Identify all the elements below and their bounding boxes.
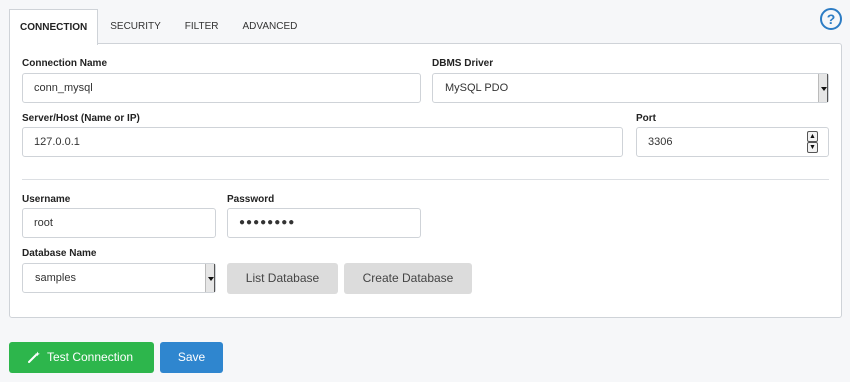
database-name-value: samples bbox=[35, 272, 76, 284]
password-input[interactable]: ●●●●●●●● bbox=[227, 208, 421, 238]
test-connection-label: Test Connection bbox=[47, 350, 134, 364]
tab-advanced[interactable]: ADVANCED bbox=[231, 9, 310, 44]
save-button[interactable]: Save bbox=[160, 342, 223, 373]
connection-name-label: Connection Name bbox=[22, 58, 108, 69]
chevron-down-icon bbox=[818, 74, 828, 102]
database-name-select[interactable]: samples bbox=[22, 263, 216, 293]
connection-panel: Connection Name conn_mysql DBMS Driver M… bbox=[9, 43, 842, 318]
dbms-driver-value: MySQL PDO bbox=[445, 82, 509, 94]
tab-bar: CONNECTION SECURITY FILTER ADVANCED bbox=[9, 9, 310, 45]
tab-filter[interactable]: FILTER bbox=[173, 9, 231, 44]
tab-connection[interactable]: CONNECTION bbox=[9, 9, 99, 45]
port-stepper[interactable]: ▲ ▼ bbox=[807, 131, 818, 153]
section-divider bbox=[22, 179, 829, 180]
dbms-driver-select[interactable]: MySQL PDO bbox=[432, 73, 829, 103]
list-database-button[interactable]: List Database bbox=[227, 263, 338, 294]
tab-security[interactable]: SECURITY bbox=[98, 9, 173, 44]
password-label: Password bbox=[227, 194, 275, 205]
username-label: Username bbox=[22, 194, 71, 205]
port-value: 3306 bbox=[648, 136, 673, 148]
port-label: Port bbox=[636, 113, 656, 124]
chevron-down-icon bbox=[205, 264, 215, 292]
database-name-label: Database Name bbox=[22, 248, 97, 259]
server-host-label: Server/Host (Name or IP) bbox=[22, 113, 140, 124]
test-connection-button[interactable]: Test Connection bbox=[9, 342, 154, 373]
username-input[interactable]: root bbox=[22, 208, 216, 238]
dbms-driver-label: DBMS Driver bbox=[432, 58, 494, 69]
connection-name-input[interactable]: conn_mysql bbox=[22, 73, 421, 103]
magic-wand-icon bbox=[28, 351, 40, 363]
stepper-up-icon[interactable]: ▲ bbox=[807, 131, 818, 142]
stepper-down-icon[interactable]: ▼ bbox=[807, 142, 818, 153]
port-input[interactable]: 3306 ▲ ▼ bbox=[636, 127, 829, 157]
create-database-button[interactable]: Create Database bbox=[344, 263, 472, 294]
help-icon[interactable]: ? bbox=[820, 8, 842, 30]
server-host-input[interactable]: 127.0.0.1 bbox=[22, 127, 623, 157]
